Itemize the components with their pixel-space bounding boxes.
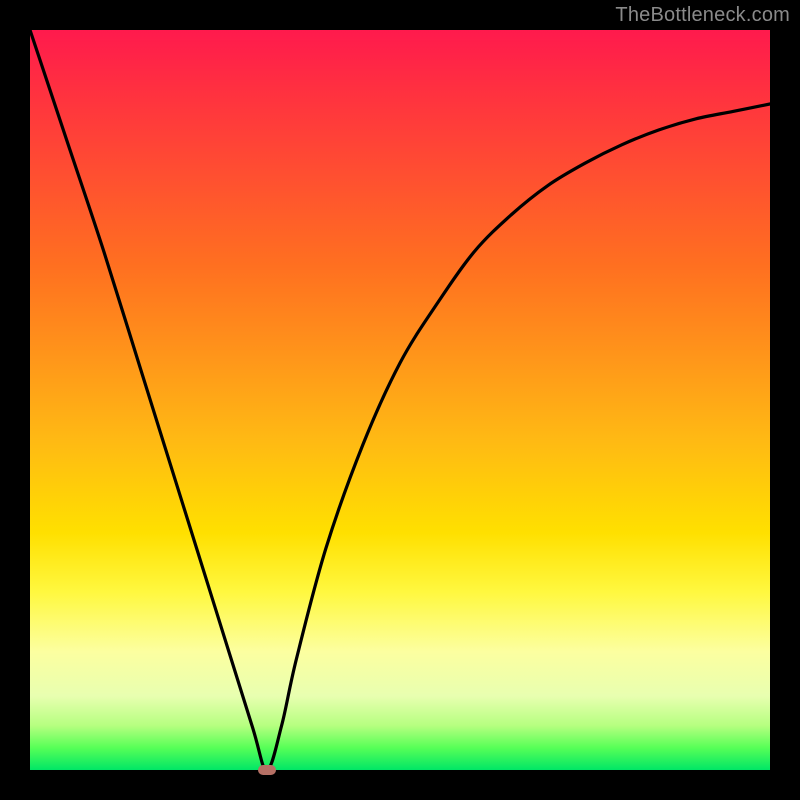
bottleneck-curve	[30, 30, 770, 770]
plot-area	[30, 30, 770, 770]
curve-svg	[30, 30, 770, 770]
chart-frame: TheBottleneck.com	[0, 0, 800, 800]
watermark-text: TheBottleneck.com	[615, 4, 790, 27]
minimum-marker	[258, 765, 276, 775]
